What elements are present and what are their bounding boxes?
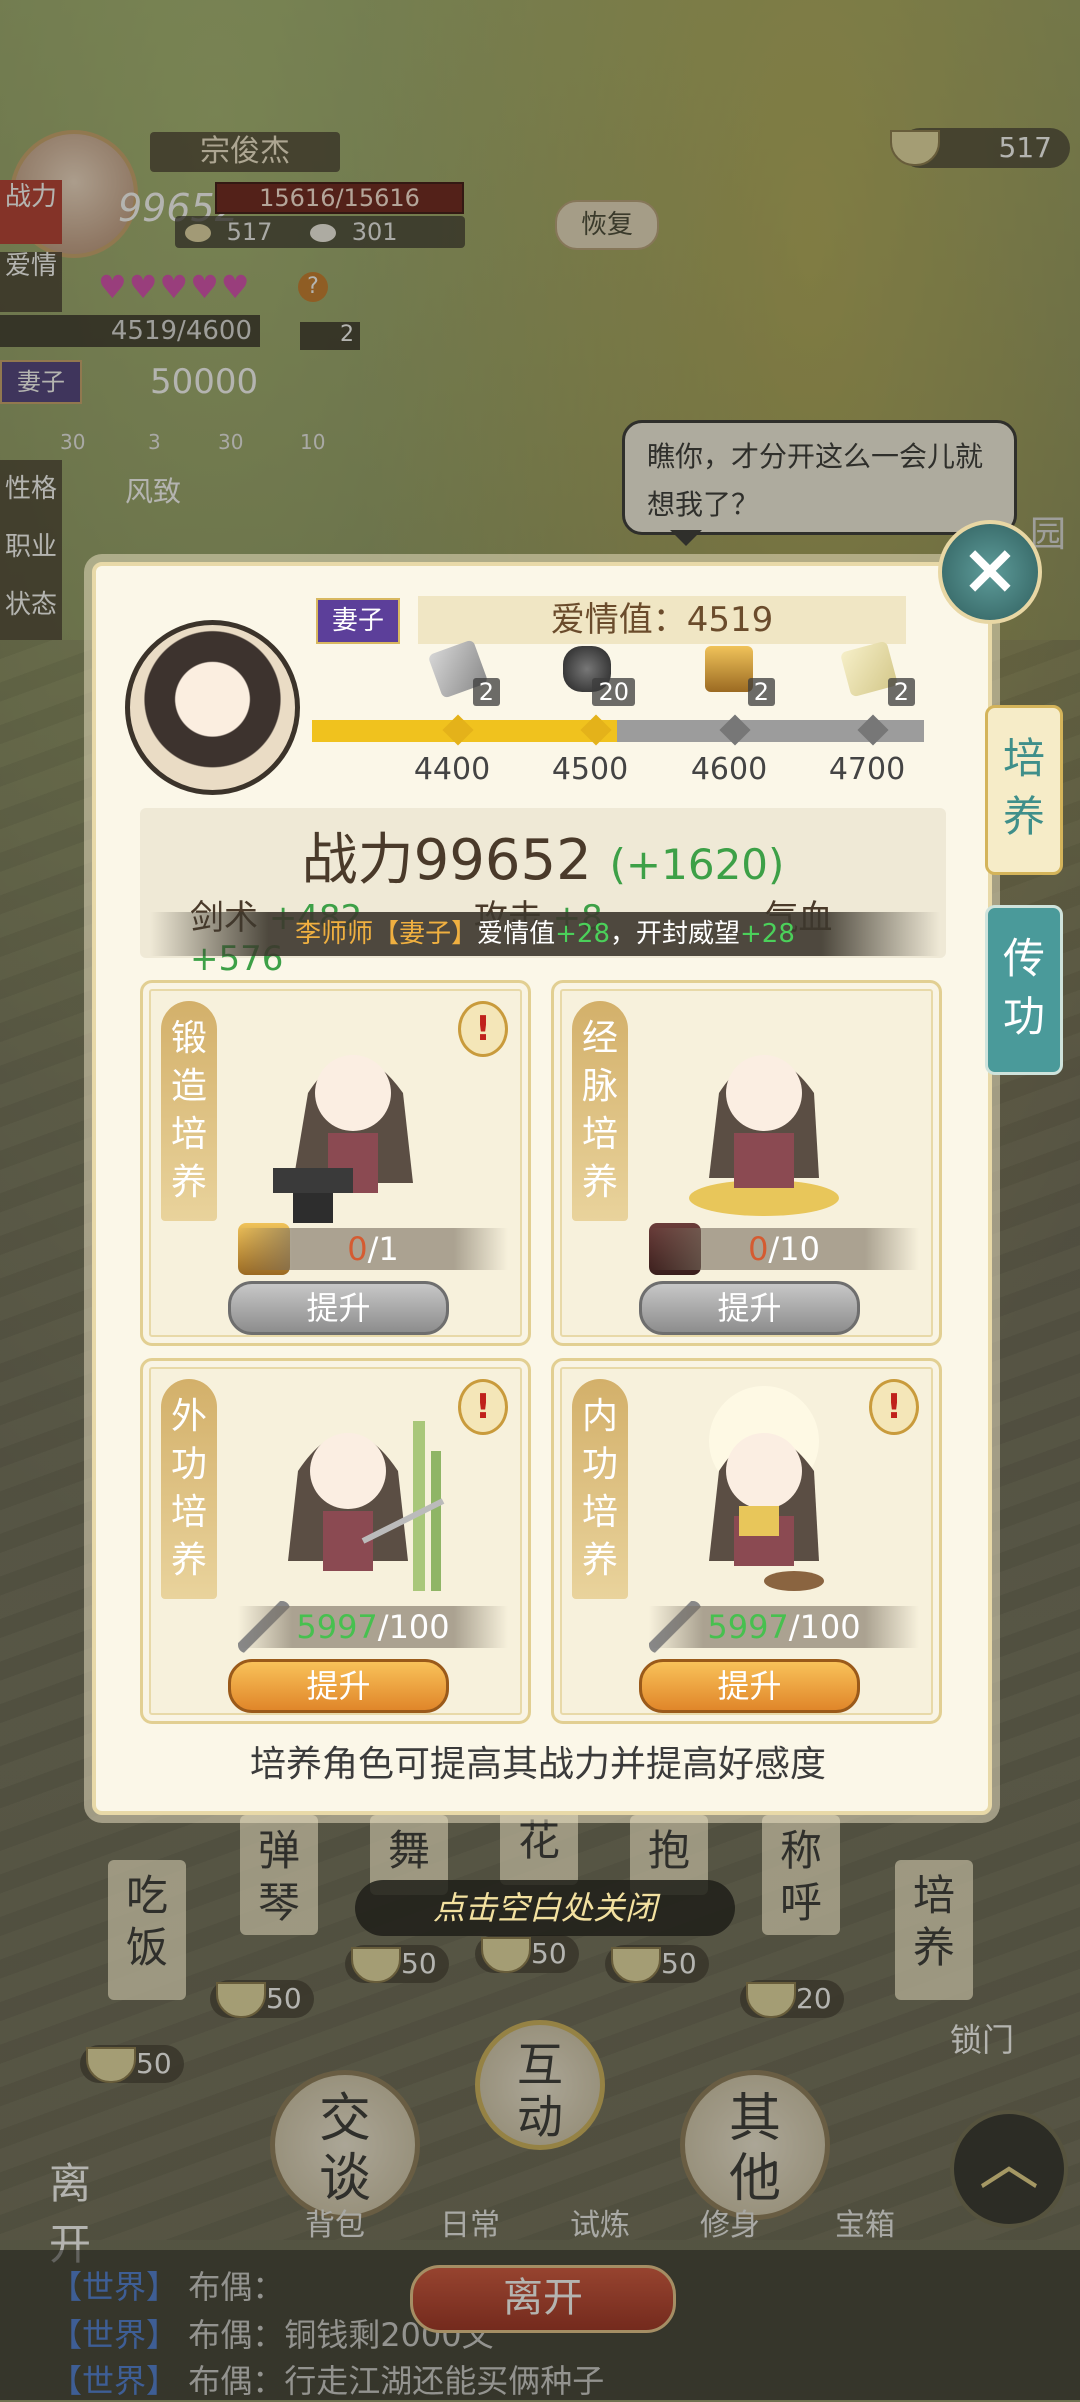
milestone-label: 4500: [551, 752, 629, 787]
upgrade-button[interactable]: 提升: [228, 1659, 449, 1713]
milestone-reward[interactable]: 20: [555, 646, 635, 706]
combat-power: 战力99652 (+1620): [140, 815, 946, 896]
milestone-label: 4600: [690, 752, 768, 787]
character-meditating-illustration: [689, 1055, 839, 1216]
close-button[interactable]: ×: [938, 520, 1042, 624]
training-card-internal: 内功培养 ! 5997/100 提升: [551, 1358, 942, 1724]
alert-icon: !: [869, 1379, 919, 1435]
wife-badge: 妻子: [316, 598, 400, 644]
milestone-reward[interactable]: 2: [695, 646, 775, 706]
milestone-label: 4400: [413, 752, 491, 787]
milestone-marker: [719, 714, 751, 746]
upgrade-button[interactable]: 提升: [228, 1281, 449, 1335]
milestone-reward[interactable]: 2: [835, 640, 915, 706]
card-title: 内功培养: [572, 1379, 628, 1599]
milestone-count: 2: [747, 678, 775, 706]
requirement-count: 5997/100: [238, 1606, 508, 1648]
character-reading-illustration: [709, 1386, 824, 1591]
upgrade-button[interactable]: 提升: [639, 1281, 860, 1335]
alert-icon: !: [458, 1001, 508, 1057]
training-card-meridian: 经脉培养 0/10 提升: [551, 980, 942, 1346]
love-progress-bar: [312, 714, 924, 746]
milestone-reward[interactable]: 2: [420, 639, 500, 706]
requirement-count: 0/10: [649, 1228, 919, 1270]
requirement-count: 0/1: [238, 1228, 508, 1270]
card-title: 锻造培养: [161, 1001, 217, 1221]
card-title: 经脉培养: [572, 1001, 628, 1221]
character-sword-illustration: [288, 1421, 445, 1591]
upgrade-button[interactable]: 提升: [639, 1659, 860, 1713]
milestone-count: 2: [887, 678, 915, 706]
training-card-forge: 锻造培养 ! 0/1 提升: [140, 980, 531, 1346]
requirement-count: 5997/100: [649, 1606, 919, 1648]
gold-rock-icon: [705, 646, 753, 692]
wife-portrait: [125, 620, 300, 795]
character-forging-illustration: [273, 1055, 413, 1223]
tab-transfer[interactable]: 传功: [985, 905, 1063, 1075]
milestone-count: 20: [592, 678, 635, 706]
card-title: 外功培养: [161, 1379, 217, 1599]
love-value-title: 爱情值：4519: [418, 596, 906, 644]
dialog-footer-hint: 培养角色可提高其战力并提高好感度: [249, 1744, 826, 1785]
combat-power-increase: (+1620): [609, 840, 785, 889]
alert-icon: !: [458, 1379, 508, 1435]
milestone-label: 4700: [828, 752, 906, 787]
milestone-marker: [857, 714, 889, 746]
milestone-count: 2: [472, 678, 500, 706]
tab-train[interactable]: 培养: [985, 705, 1063, 875]
combat-power-value: 战力99652: [301, 828, 592, 893]
training-card-external: 外功培养 ! 5997/100 提升: [140, 1358, 531, 1724]
reward-toast: 李师师【妻子】爱情值+28，开封威望+28: [150, 912, 940, 956]
tap-to-close-hint: 点击空白处关闭: [355, 1880, 735, 1936]
